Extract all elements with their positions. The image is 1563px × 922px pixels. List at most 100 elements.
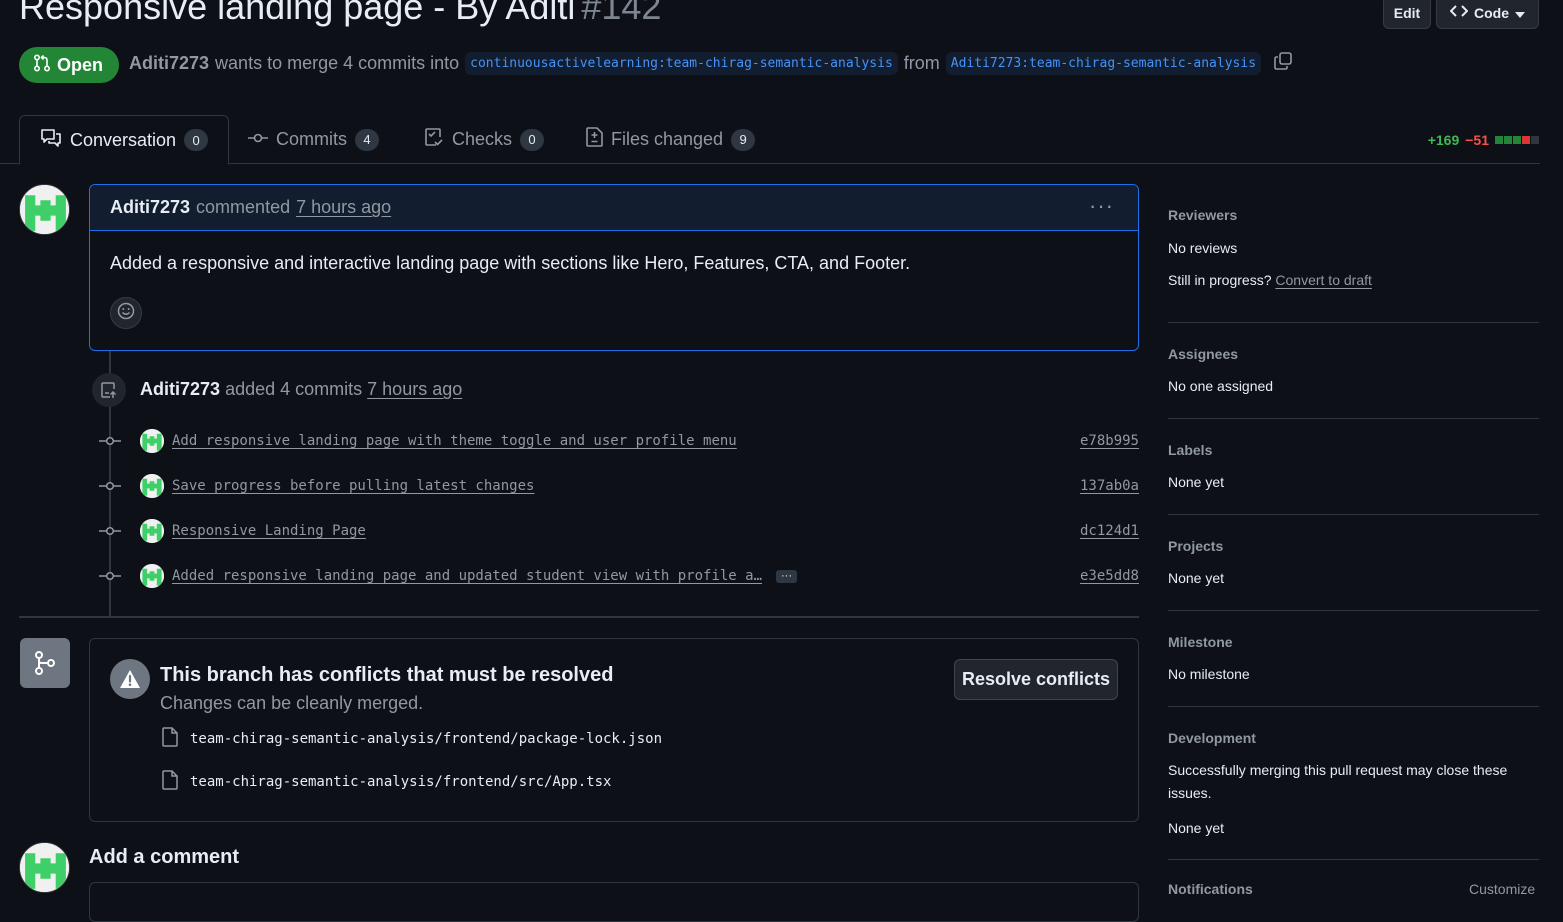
commit-message[interactable]: Save progress before pulling latest chan…	[172, 478, 534, 494]
conflict-file: team-chirag-semantic-analysis/frontend/s…	[162, 770, 611, 794]
pr-from-text: from	[903, 53, 940, 73]
commit-row: Added responsive landing page and update…	[98, 561, 1139, 591]
edit-button-label: Edit	[1393, 4, 1421, 21]
base-branch[interactable]: continuousactivelearning:team-chirag-sem…	[465, 52, 898, 75]
sidebar-labels-value: None yet	[1168, 474, 1225, 490]
conflict-file-path: team-chirag-semantic-analysis/frontend/s…	[190, 774, 612, 790]
avatar[interactable]	[140, 474, 164, 498]
diffstat-deletions: −51	[1465, 132, 1489, 148]
conflict-file: team-chirag-semantic-analysis/frontend/p…	[162, 727, 662, 751]
sidebar-assignees-heading[interactable]: Assignees	[1168, 346, 1238, 362]
git-branch-icon	[20, 638, 70, 688]
merge-status-box: This branch has conflicts that must be r…	[89, 638, 1139, 822]
convert-to-draft-link[interactable]: Convert to draft	[1275, 272, 1372, 288]
tab-conversation[interactable]: Conversation 0	[19, 115, 230, 165]
pr-state-badge: Open	[19, 47, 120, 83]
timeline-divider	[19, 616, 1139, 618]
commit-sha[interactable]: e3e5dd8	[1080, 568, 1139, 584]
sidebar-assignees-value: No one assigned	[1168, 378, 1274, 394]
tab-checks[interactable]: Checks 0	[424, 115, 545, 164]
commits-event-time[interactable]: 7 hours ago	[367, 379, 462, 399]
pr-tabs: Conversation 0 Commits 4 Checks 0 Files …	[0, 115, 1540, 165]
merge-conflict-title: This branch has conflicts that must be r…	[160, 664, 614, 686]
add-reaction-button[interactable]	[110, 297, 142, 329]
comment-header: Aditi7273 commented 7 hours ago ···	[90, 185, 1138, 231]
sidebar-notifications-heading: Notifications	[1168, 881, 1253, 897]
sidebar-development-note-cont: issues.	[1168, 785, 1212, 801]
pull-request-icon	[33, 53, 51, 77]
comment-time[interactable]: 7 hours ago	[296, 197, 391, 218]
tab-checks-count: 0	[520, 128, 545, 151]
commit-sha[interactable]: e78b995	[1080, 433, 1139, 449]
sidebar-reviewers-value: No reviews	[1168, 240, 1238, 256]
sidebar-divider	[1168, 514, 1539, 515]
file-diff-icon	[585, 127, 603, 152]
file-icon	[162, 770, 178, 794]
tab-files-changed-count: 9	[731, 128, 756, 151]
sidebar-draft-row: Still in progress? Convert to draft	[1168, 272, 1372, 288]
sidebar-projects-value: None yet	[1168, 570, 1225, 586]
sidebar-development-value: None yet	[1168, 820, 1225, 836]
tab-conversation-count: 0	[184, 129, 209, 151]
commit-sha[interactable]: 137ab0a	[1080, 478, 1139, 494]
chevron-down-icon	[1515, 5, 1525, 21]
sidebar-divider	[1168, 859, 1539, 860]
commits-event: Aditi7273 added 4 commits 7 hours ago	[140, 379, 462, 400]
copy-icon[interactable]	[1273, 51, 1293, 76]
commits-event-author[interactable]: Aditi7273	[140, 379, 220, 399]
diffstat: +169 −51	[1428, 132, 1539, 148]
head-branch[interactable]: Aditi7273:team-chirag-semantic-analysis	[945, 52, 1262, 75]
avatar[interactable]	[19, 842, 70, 893]
commit-message[interactable]: Responsive Landing Page	[172, 523, 366, 539]
sidebar-projects-heading[interactable]: Projects	[1168, 538, 1223, 554]
edit-button[interactable]: Edit	[1383, 0, 1431, 29]
comment-author[interactable]: Aditi7273	[110, 197, 190, 218]
sidebar-milestone-heading[interactable]: Milestone	[1168, 634, 1233, 650]
commit-message[interactable]: Added responsive landing page and update…	[172, 568, 762, 584]
merge-conflict-subtitle: Changes can be cleanly merged.	[160, 693, 424, 713]
code-button[interactable]: Code	[1436, 0, 1539, 29]
sidebar-development-heading[interactable]: Development	[1168, 730, 1256, 746]
conflict-file-path: team-chirag-semantic-analysis/frontend/p…	[190, 731, 663, 747]
diffstat-additions: +169	[1427, 132, 1460, 148]
kebab-horizontal-icon[interactable]: ···	[1089, 193, 1114, 219]
pr-title-text: Responsive landing page - By Aditi	[19, 0, 576, 27]
alert-icon	[110, 659, 150, 699]
pr-author-link[interactable]: Aditi7273	[129, 53, 209, 74]
commit-row: Add responsive landing page with theme t…	[98, 426, 1139, 456]
commits-event-action: added 4 commits	[225, 379, 363, 399]
avatar[interactable]	[140, 564, 164, 588]
tab-files-changed-label: Files changed	[611, 129, 724, 149]
tab-commits-count: 4	[355, 128, 379, 151]
pr-state-label: Open	[57, 54, 104, 75]
repo-push-event-icon	[92, 373, 126, 407]
resolve-conflicts-button[interactable]: Resolve conflicts	[954, 659, 1118, 700]
sidebar-labels-heading[interactable]: Labels	[1168, 442, 1212, 458]
tab-conversation-label: Conversation	[70, 129, 177, 150]
comment-action: commented	[196, 197, 291, 217]
avatar[interactable]	[140, 429, 164, 453]
tab-files-changed[interactable]: Files changed 9	[585, 115, 756, 164]
sidebar-reviewers-heading[interactable]: Reviewers	[1168, 207, 1237, 223]
comment-discussion-icon	[40, 128, 62, 153]
commit-message[interactable]: Add responsive landing page with theme t…	[172, 433, 737, 449]
sidebar-divider	[1168, 706, 1539, 707]
avatar[interactable]	[19, 184, 70, 235]
commit-row: Responsive Landing Page dc124d1	[98, 516, 1139, 546]
comment-editor[interactable]	[89, 882, 1139, 922]
code-button-label: Code	[1474, 4, 1509, 21]
sidebar-milestone-value: No milestone	[1168, 666, 1250, 682]
avatar[interactable]	[140, 519, 164, 543]
git-commit-icon	[98, 480, 122, 492]
smiley-icon	[117, 302, 135, 325]
expand-commit-body-button[interactable]: ···	[776, 569, 798, 583]
file-icon	[162, 727, 178, 751]
sidebar-development-note: Successfully merging this pull request m…	[1168, 762, 1508, 778]
pr-meta: Aditi7273 wants to merge 4 commits into …	[129, 51, 1293, 76]
tab-commits[interactable]: Commits 4	[248, 115, 379, 164]
commit-sha[interactable]: dc124d1	[1080, 523, 1139, 539]
notifications-customize-link[interactable]: Customize	[1469, 881, 1535, 897]
pr-title: Responsive landing page - By Aditi #142	[19, 0, 661, 28]
sidebar-divider	[1168, 610, 1539, 611]
git-commit-icon	[98, 435, 122, 447]
